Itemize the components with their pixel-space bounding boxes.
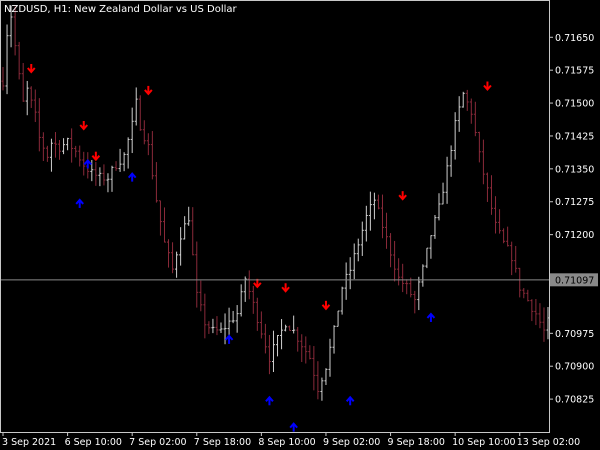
- y-tick-label: 0.71275: [555, 197, 594, 208]
- chart-root: 0.71650 0.71575 0.71500 0.71425 0.71350 0.712…: [0, 0, 600, 450]
- y-tick-label: 0.71425: [555, 131, 594, 142]
- x-tick-label: 13 Sep 02:00: [517, 437, 580, 448]
- x-tick-label: 7 Sep 18:00: [194, 437, 251, 448]
- price-chart[interactable]: 0.71650 0.71575 0.71500 0.71425 0.71350 0.712…: [0, 0, 600, 450]
- x-tick-label: 7 Sep 02:00: [129, 437, 186, 448]
- y-tick-label: 0.70900: [555, 362, 594, 373]
- current-price-label: 0.71097: [555, 275, 594, 286]
- y-tick-label: 0.71500: [555, 99, 594, 110]
- chart-background: [0, 0, 600, 450]
- x-tick-label: 9 Sep 18:00: [388, 437, 445, 448]
- x-tick-label: 8 Sep 10:00: [258, 437, 315, 448]
- x-tick-label: 10 Sep 10:00: [452, 437, 515, 448]
- y-tick-label: 0.71350: [555, 164, 594, 175]
- y-tick-label: 0.70975: [555, 329, 594, 340]
- x-tick-label: 3 Sep 2021: [2, 437, 56, 448]
- y-tick-label: 0.70825: [555, 395, 594, 406]
- x-tick-label: 9 Sep 02:00: [323, 437, 380, 448]
- y-tick-label: 0.71200: [555, 230, 594, 241]
- chart-title: NZDUSD, H1: New Zealand Dollar vs US Dol…: [4, 4, 238, 15]
- y-tick-label: 0.71575: [555, 66, 594, 77]
- y-tick-label: 0.71650: [555, 33, 594, 44]
- x-tick-label: 6 Sep 10:00: [65, 437, 122, 448]
